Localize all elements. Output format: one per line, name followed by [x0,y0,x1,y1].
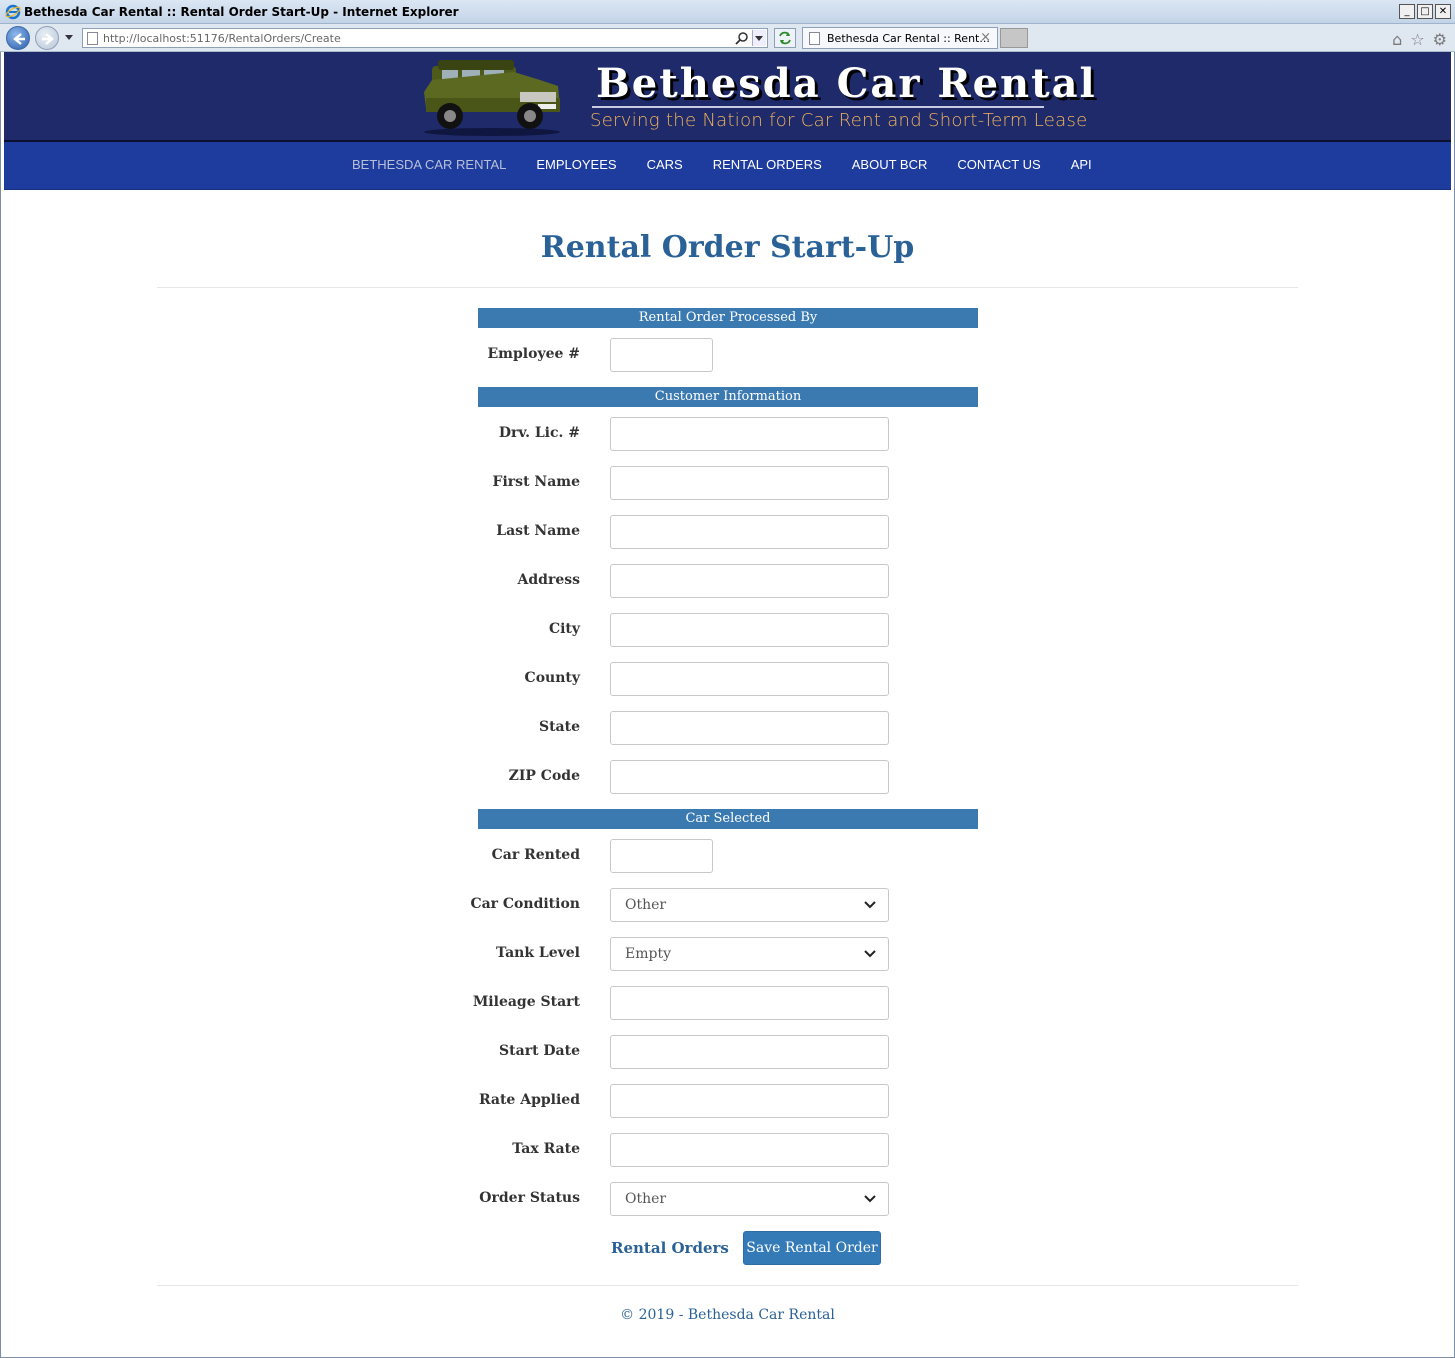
tax-rate-label: Tax Rate [512,1141,580,1157]
tax-rate-input[interactable] [610,1133,889,1167]
car-condition-value: Other [625,897,667,913]
section-header-customer: Customer Information [478,387,978,407]
section-header-processed-by: Rental Order Processed By [478,308,978,328]
window-titlebar: Bethesda Car Rental :: Rental Order Star… [0,0,1455,24]
brand-divider [592,106,1044,108]
employee-label: Employee # [487,346,580,362]
site-header: Bethesda Car Rental Serving the Nation f… [4,52,1451,142]
last-name-label: Last Name [496,523,580,539]
chevron-down-icon [864,950,876,958]
site-navigation: BETHESDA CAR RENTAL EMPLOYEES CARS RENTA… [4,142,1451,190]
nav-item-rental-orders[interactable]: RENTAL ORDERS [713,157,822,172]
zip-code-input[interactable] [610,760,889,794]
order-status-value: Other [625,1191,667,1207]
tank-level-select[interactable]: Empty [610,937,889,971]
minimize-button[interactable]: _ [1399,4,1415,19]
tank-level-label: Tank Level [495,945,580,961]
chevron-down-icon [864,1195,876,1203]
rate-applied-input[interactable] [610,1084,889,1118]
car-condition-select[interactable]: Other [610,888,889,922]
first-name-label: First Name [492,474,580,490]
order-status-select[interactable]: Other [610,1182,889,1216]
refresh-icon[interactable] [774,28,796,48]
car-condition-label: Car Condition [470,896,580,912]
browser-toolbar: http://localhost:51176/RentalOrders/Crea… [0,24,1455,52]
address-input[interactable] [610,564,889,598]
nav-item-contact[interactable]: CONTACT US [957,157,1040,172]
title-divider [157,287,1298,288]
rental-orders-link[interactable]: Rental Orders [611,1239,729,1257]
tab-title: Bethesda Car Rental :: Rent... [827,32,990,45]
car-rented-input[interactable] [610,839,713,873]
section-header-car: Car Selected [478,809,978,829]
home-icon[interactable]: ⌂ [1392,30,1402,49]
search-icon[interactable] [735,31,749,45]
county-input[interactable] [610,662,889,696]
chevron-down-icon [864,901,876,909]
mileage-start-input[interactable] [610,986,889,1020]
drv-lic-label: Drv. Lic. # [498,425,580,441]
state-label: State [538,719,580,735]
rate-applied-label: Rate Applied [478,1092,580,1108]
employee-number-input[interactable] [610,338,713,372]
site-brand-title: Bethesda Car Rental [596,60,1097,107]
county-label: County [524,670,580,686]
mileage-start-label: Mileage Start [472,994,580,1010]
footer-copyright: © 2019 - Bethesda Car Rental [620,1307,835,1323]
nav-item-home[interactable]: BETHESDA CAR RENTAL [352,157,506,172]
footer-divider [157,1285,1298,1286]
tab-close-icon[interactable]: × [980,30,991,45]
car-logo-image [424,60,560,136]
close-window-button[interactable]: ✕ [1435,4,1451,19]
city-input[interactable] [610,613,889,647]
site-slogan: Serving the Nation for Car Rent and Shor… [590,110,1088,131]
nav-item-employees[interactable]: EMPLOYEES [536,157,616,172]
back-icon[interactable] [6,26,30,50]
favorites-star-icon[interactable]: ☆ [1410,30,1424,49]
window-title: Bethesda Car Rental :: Rental Order Star… [24,5,459,19]
page-icon [87,32,98,45]
address-bar[interactable]: http://localhost:51176/RentalOrders/Crea… [82,28,768,48]
nav-item-api[interactable]: API [1071,157,1092,172]
nav-item-about[interactable]: ABOUT BCR [852,157,928,172]
nav-item-cars[interactable]: CARS [647,157,683,172]
address-dropdown[interactable] [752,30,766,46]
save-rental-order-button[interactable]: Save Rental Order [743,1231,881,1265]
city-label: City [548,621,580,637]
drv-lic-input[interactable] [610,417,889,451]
page-title: Rental Order Start-Up [540,230,915,265]
state-input[interactable] [610,711,889,745]
forward-icon[interactable] [35,26,59,50]
page-icon [809,32,820,45]
history-dropdown-icon[interactable] [64,34,74,42]
order-status-label: Order Status [479,1190,580,1206]
first-name-input[interactable] [610,466,889,500]
internet-explorer-icon [5,4,21,20]
tank-level-value: Empty [625,946,671,962]
settings-gear-icon[interactable]: ⚙ [1433,30,1447,49]
zip-code-label: ZIP Code [508,768,580,784]
address-url[interactable]: http://localhost:51176/RentalOrders/Crea… [103,32,341,45]
start-date-input[interactable] [610,1035,889,1069]
new-tab-button[interactable] [1000,28,1028,48]
car-rented-label: Car Rented [491,847,580,863]
maximize-button[interactable]: □ [1417,4,1433,19]
last-name-input[interactable] [610,515,889,549]
tab-active[interactable]: Bethesda Car Rental :: Rent... × [802,27,998,49]
address-label: Address [517,572,581,588]
start-date-label: Start Date [499,1043,580,1059]
